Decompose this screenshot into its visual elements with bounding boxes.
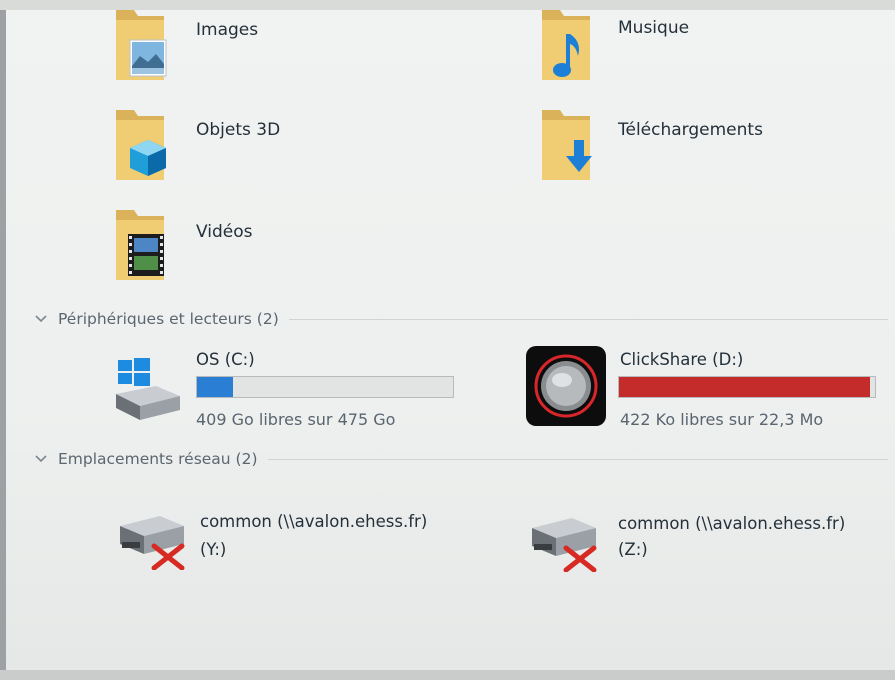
folder-label-videos: Vidéos [196,222,253,242]
objects-3d-folder-icon [116,110,166,180]
drive-usage-fill-c [197,377,233,397]
downloads-folder-icon [542,110,592,180]
drive-space-c: 409 Go libres sur 475 Go [196,410,396,429]
folder-label-musique: Musique [618,18,690,38]
section-header-network[interactable]: Emplacements réseau (2) [26,447,888,471]
images-folder-icon [116,10,167,80]
chevron-down-icon [35,455,47,463]
folder-label-telechargements: Téléchargements [618,120,763,140]
window-bottom-edge [0,670,895,680]
section-title-network: Emplacements réseau (2) [58,450,258,468]
network-location-letter-y: (Y:) [200,540,227,559]
disconnected-network-drive-icon [532,518,597,572]
section-divider [288,318,888,320]
disconnected-network-drive-icon [120,516,185,570]
drive-usage-bar-c [196,376,454,398]
drive-usage-fill-d [619,377,871,397]
folder-label-objets-3d: Objets 3D [196,120,281,140]
section-divider [267,458,888,460]
chevron-down-icon [35,315,47,323]
music-folder-icon [542,10,590,80]
folder-item-images[interactable]: Images [102,10,302,90]
folder-label-images: Images [196,20,259,40]
folder-item-musique[interactable]: Musique [536,10,736,90]
drive-usage-bar-d [618,376,876,398]
folder-item-videos[interactable]: Vidéos [102,208,302,288]
section-title-devices: Périphériques et lecteurs (2) [58,310,279,328]
network-location-z[interactable]: common (\\avalon.ehess.fr) (Z:) [522,496,894,586]
drive-space-d: 422 Ko libres sur 22,3 Mo [620,410,824,429]
drive-item-c[interactable]: OS (C:) 409 Go libres sur 475 Go [102,340,462,436]
folder-item-telechargements[interactable]: Téléchargements [536,110,796,190]
network-location-name-z: common (\\avalon.ehess.fr) [618,514,846,533]
drive-name-d: ClickShare (D:) [620,350,744,369]
videos-folder-icon [116,210,164,280]
windows-drive-icon [116,358,180,420]
network-location-y[interactable]: common (\\avalon.ehess.fr) (Y:) [102,496,482,586]
clickshare-drive-icon [526,346,606,426]
drive-name-c: OS (C:) [196,350,255,369]
network-location-name-y: common (\\avalon.ehess.fr) [200,512,428,531]
section-header-devices[interactable]: Périphériques et lecteurs (2) [26,307,888,331]
drive-item-d[interactable]: ClickShare (D:) 422 Ko libres sur 22,3 M… [524,340,894,436]
file-explorer-content: Images Musique Objets 3D Téléchargements… [6,10,895,670]
folder-item-objets-3d[interactable]: Objets 3D [102,110,322,190]
network-location-letter-z: (Z:) [618,540,648,559]
